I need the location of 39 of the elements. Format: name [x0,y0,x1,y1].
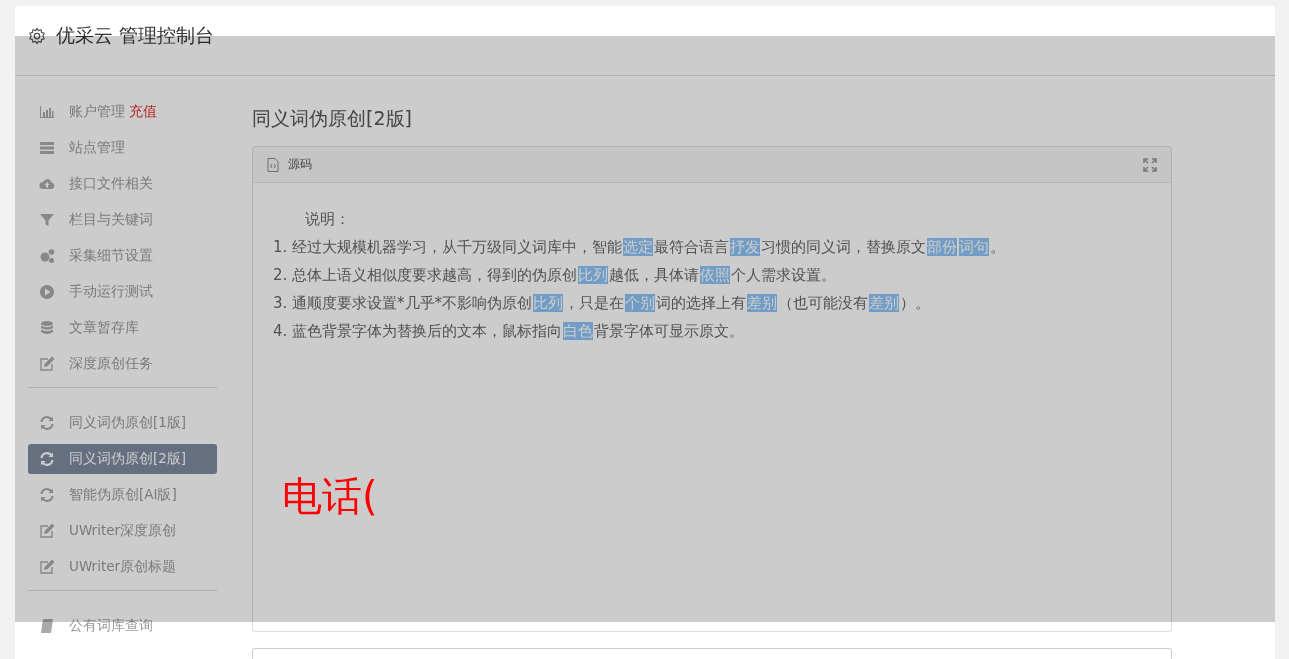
instruction-line: 1. 经过大规模机器学习，从千万级同义词库中，智能选定最符合语言抒发习惯的同义词，替换原文部份词句。 [273,237,1007,258]
sidebar-item[interactable]: 公有词库查询 [28,611,217,641]
sidebar-item[interactable]: 账户管理 充值 [28,97,217,127]
edit-icon [39,559,55,575]
instruction-line: 4. 蓝色背景字体为替换后的文本，鼠标指向 白色背景字体可显示原文。 [273,321,746,342]
sidebar-item[interactable]: 深度原创任务 [28,349,217,379]
sidebar-item[interactable]: 手动运行测试 [28,277,217,307]
page-title: 同义词伪原创[2版] [252,106,413,131]
instruction-line: 2. 总体上语义相似度要求越高，得到的伪原创比列越低，具体请依照个人需求设置。 [273,265,838,286]
sidebar-item[interactable]: 接口文件相关 [28,169,217,199]
code-file-icon [267,157,279,172]
play-icon [39,284,55,300]
sidebar-item[interactable]: UWriter原创标题 [28,552,217,582]
settings-icon [28,26,46,45]
sidebar-item[interactable]: 同义词伪原创[1版] [28,408,217,438]
sidebar-item[interactable]: UWriter深度原创 [28,516,217,546]
recharge-link[interactable]: 充值 [129,103,157,121]
intro-text: 说明： [304,209,351,230]
server-icon [39,140,55,156]
edit-icon [39,523,55,539]
sidebar-item[interactable]: 文章暂存库 [28,313,217,343]
database-icon [39,320,55,336]
sidebar-item[interactable]: 采集细节设置 [28,241,217,271]
sidebar-item[interactable]: 同义词伪原创[2版] [28,444,217,474]
sidebar-item[interactable]: 站点管理 [28,133,217,163]
sidebar-item[interactable]: 智能伪原创[AI版] [28,480,217,510]
phone-label: 电话( [282,474,378,518]
cloud-upload-icon [39,176,55,192]
filter-icon [39,212,55,228]
edit-icon [39,356,55,372]
panel-title: 源码 [288,156,312,173]
refresh-icon [39,451,55,467]
expand-icon[interactable] [1143,157,1157,172]
bar-chart-icon [39,104,55,120]
console-title: 优采云 管理控制台 [56,22,215,48]
sidebar-item[interactable]: 栏目与关键词 [28,205,217,235]
refresh-icon [39,487,55,503]
instruction-line: 3. 通顺度要求设置*几乎*不影响伪原创比列，只是在个别词的选择上有差别（也可能没有差别）。 [273,293,932,314]
refresh-icon [39,415,55,431]
